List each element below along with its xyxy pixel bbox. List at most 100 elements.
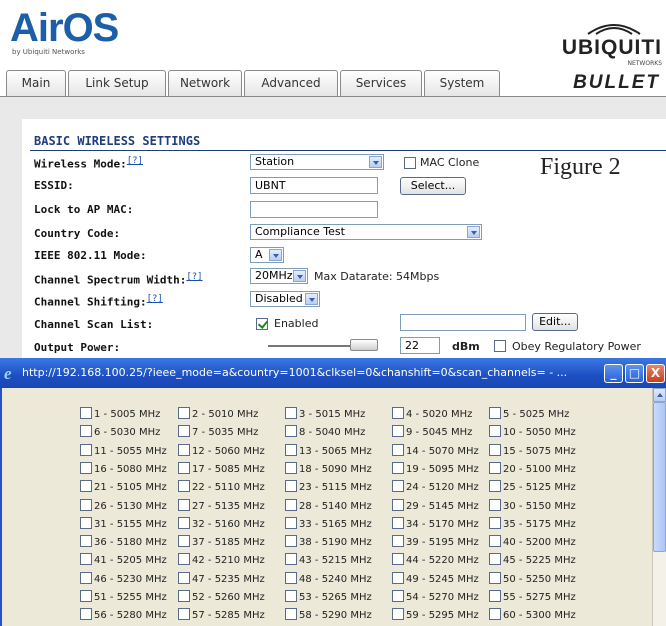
channel-option[interactable]: 32 - 5160 MHz: [178, 516, 265, 535]
channel-option[interactable]: 49 - 5245 MHz: [392, 571, 479, 590]
popup-titlebar[interactable]: e http://192.168.100.25/?ieee_mode=a&cou…: [0, 358, 666, 388]
channel-option[interactable]: 9 - 5045 MHz: [392, 425, 472, 443]
channel-checkbox[interactable]: [178, 498, 190, 511]
channel-option[interactable]: 8 - 5040 MHz: [285, 425, 365, 443]
channel-checkbox[interactable]: [285, 535, 297, 548]
tab-network[interactable]: Network: [168, 70, 242, 96]
channel-option[interactable]: 10 - 5050 MHz: [489, 425, 576, 443]
channel-checkbox[interactable]: [285, 425, 297, 438]
channel-checkbox[interactable]: [178, 553, 190, 566]
channel-checkbox[interactable]: [285, 571, 297, 584]
channel-checkbox[interactable]: [392, 480, 404, 493]
channel-checkbox[interactable]: [80, 461, 92, 474]
channel-option[interactable]: 57 - 5285 MHz: [178, 608, 265, 626]
channel-option[interactable]: 50 - 5250 MHz: [489, 571, 576, 590]
channel-option[interactable]: 44 - 5220 MHz: [392, 553, 479, 571]
channel-checkbox[interactable]: [285, 553, 297, 566]
channel-checkbox[interactable]: [392, 590, 404, 602]
channel-option[interactable]: 2 - 5010 MHz: [178, 407, 258, 425]
channel-option[interactable]: 5 - 5025 MHz: [489, 407, 569, 425]
channel-option[interactable]: 42 - 5210 MHz: [178, 553, 265, 571]
channel-checkbox[interactable]: [489, 590, 501, 602]
channel-option[interactable]: 54 - 5270 MHz: [392, 590, 479, 608]
spectrum-width-select[interactable]: 20MHz: [250, 268, 308, 284]
channel-option[interactable]: 18 - 5090 MHz: [285, 461, 372, 480]
channel-shifting-help-link[interactable]: [?]: [147, 294, 163, 304]
channel-checkbox[interactable]: [80, 608, 92, 621]
channel-option[interactable]: 13 - 5065 MHz: [285, 443, 372, 462]
channel-checkbox[interactable]: [392, 535, 404, 548]
tab-main[interactable]: Main: [6, 70, 66, 96]
channel-option[interactable]: 31 - 5155 MHz: [80, 516, 167, 535]
channel-checkbox[interactable]: [178, 443, 190, 456]
channel-option[interactable]: 55 - 5275 MHz: [489, 590, 576, 608]
channel-checkbox[interactable]: [489, 535, 501, 548]
channel-option[interactable]: 45 - 5225 MHz: [489, 553, 576, 571]
wireless-mode-help-link[interactable]: [?]: [127, 156, 143, 166]
channel-checkbox[interactable]: [178, 425, 190, 438]
channel-checkbox[interactable]: [178, 516, 190, 529]
channel-checkbox[interactable]: [489, 608, 501, 621]
spectrum-width-help-link[interactable]: [?]: [186, 272, 202, 282]
obey-regulatory-checkbox[interactable]: [494, 340, 506, 352]
channel-option[interactable]: 25 - 5125 MHz: [489, 480, 576, 498]
channel-checkbox[interactable]: [392, 608, 404, 621]
channel-checkbox[interactable]: [80, 480, 92, 493]
channel-shifting-select[interactable]: Disabled: [250, 291, 320, 307]
channel-option[interactable]: 43 - 5215 MHz: [285, 553, 372, 571]
channel-option[interactable]: 23 - 5115 MHz: [285, 480, 372, 498]
channel-checkbox[interactable]: [489, 553, 501, 566]
lock-ap-mac-input[interactable]: [250, 201, 378, 218]
channel-checkbox[interactable]: [285, 608, 297, 621]
channel-checkbox[interactable]: [285, 461, 297, 474]
tab-system[interactable]: System: [424, 70, 500, 96]
tab-services[interactable]: Services: [340, 70, 422, 96]
channel-option[interactable]: 35 - 5175 MHz: [489, 516, 576, 535]
channel-option[interactable]: 22 - 5110 MHz: [178, 480, 265, 498]
mac-clone-checkbox[interactable]: [404, 157, 416, 169]
country-code-select[interactable]: Compliance Test: [250, 224, 482, 240]
channel-option[interactable]: 27 - 5135 MHz: [178, 498, 265, 517]
channel-checkbox[interactable]: [80, 590, 92, 602]
ieee-mode-select[interactable]: A: [250, 247, 284, 263]
channel-option[interactable]: 1 - 5005 MHz: [80, 407, 160, 425]
channel-option[interactable]: 11 - 5055 MHz: [80, 443, 167, 462]
channel-checkbox[interactable]: [285, 498, 297, 511]
channel-checkbox[interactable]: [392, 571, 404, 584]
channel-checkbox[interactable]: [285, 407, 297, 419]
channel-checkbox[interactable]: [80, 553, 92, 566]
channel-checkbox[interactable]: [178, 590, 190, 602]
channel-option[interactable]: 40 - 5200 MHz: [489, 535, 576, 553]
channel-checkbox[interactable]: [178, 571, 190, 584]
channel-checkbox[interactable]: [489, 480, 501, 493]
channel-option[interactable]: 17 - 5085 MHz: [178, 461, 265, 480]
channel-checkbox[interactable]: [178, 608, 190, 621]
channel-option[interactable]: 30 - 5150 MHz: [489, 498, 576, 517]
channel-option[interactable]: 37 - 5185 MHz: [178, 535, 265, 553]
channel-option[interactable]: 3 - 5015 MHz: [285, 407, 365, 425]
essid-input[interactable]: UBNT: [250, 177, 378, 194]
channel-option[interactable]: 26 - 5130 MHz: [80, 498, 167, 517]
channel-checkbox[interactable]: [392, 498, 404, 511]
channel-option[interactable]: 52 - 5260 MHz: [178, 590, 265, 608]
channel-option[interactable]: 15 - 5075 MHz: [489, 443, 576, 462]
channel-option[interactable]: 47 - 5235 MHz: [178, 571, 265, 590]
channel-option[interactable]: 21 - 5105 MHz: [80, 480, 167, 498]
channel-option[interactable]: 48 - 5240 MHz: [285, 571, 372, 590]
channel-option[interactable]: 20 - 5100 MHz: [489, 461, 576, 480]
maximize-button[interactable]: □: [625, 364, 644, 383]
channel-checkbox[interactable]: [285, 443, 297, 456]
channel-option[interactable]: 14 - 5070 MHz: [392, 443, 479, 462]
tab-link-setup[interactable]: Link Setup: [68, 70, 166, 96]
channel-option[interactable]: 34 - 5170 MHz: [392, 516, 479, 535]
scan-enabled-checkbox[interactable]: [256, 318, 268, 330]
channel-option[interactable]: 41 - 5205 MHz: [80, 553, 167, 571]
edit-scan-list-button[interactable]: Edit...: [532, 313, 578, 331]
channel-checkbox[interactable]: [489, 461, 501, 474]
channel-checkbox[interactable]: [80, 571, 92, 584]
channel-checkbox[interactable]: [285, 590, 297, 602]
channel-checkbox[interactable]: [178, 461, 190, 474]
channel-option[interactable]: 46 - 5230 MHz: [80, 571, 167, 590]
channel-checkbox[interactable]: [392, 407, 404, 419]
popup-scrollbar[interactable]: [652, 388, 666, 626]
